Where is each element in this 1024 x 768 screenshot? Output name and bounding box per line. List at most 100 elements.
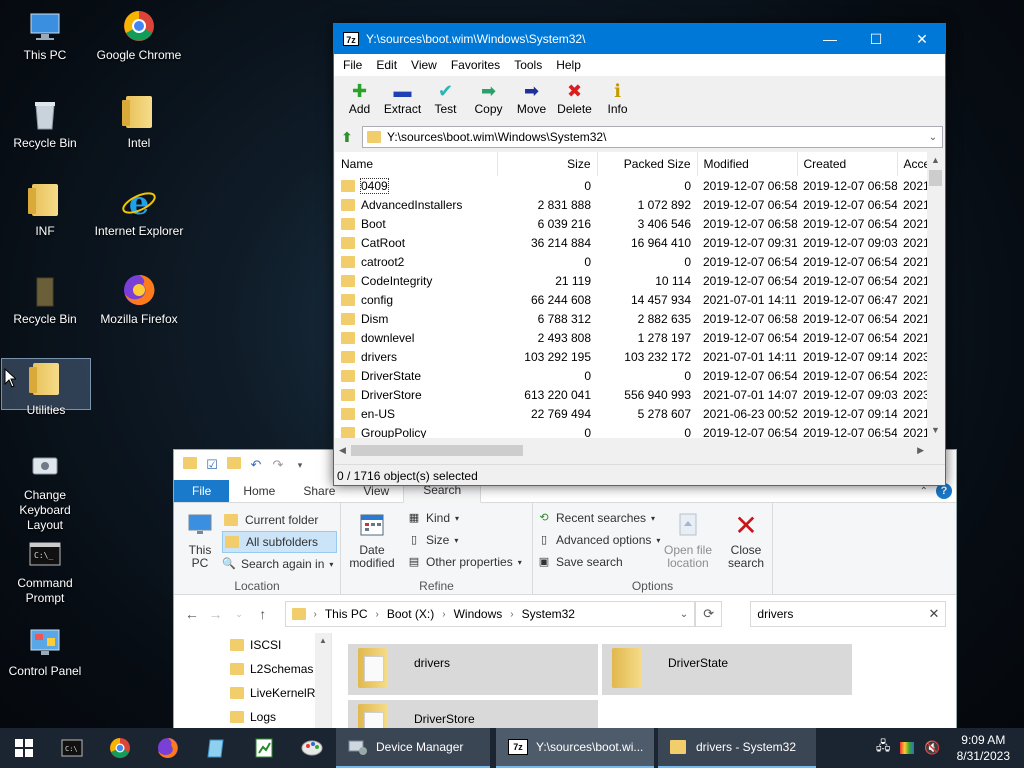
minimize-button[interactable]: — xyxy=(807,24,853,54)
desktop-icon-control-panel[interactable]: Control Panel xyxy=(0,618,90,678)
desktop-icon-mozilla-firefox[interactable]: Mozilla Firefox xyxy=(94,266,184,332)
toolbar-delete-button[interactable]: ✖ Delete xyxy=(553,76,596,116)
search-input[interactable]: drivers ✕ xyxy=(750,601,946,627)
close-search-button[interactable]: ✕ Close search xyxy=(725,509,767,570)
taskbar-pin-notepad[interactable] xyxy=(192,728,240,768)
toolbar-extract-button[interactable]: ▬ Extract xyxy=(381,76,424,116)
search-again-in-button[interactable]: 🔍 Search again in ▾ xyxy=(222,553,337,575)
taskbar-pin-spreadsheet[interactable] xyxy=(240,728,288,768)
desktop-icon-this-pc[interactable]: This PC xyxy=(0,2,90,68)
taskbar-task-device-manager[interactable]: Device Manager xyxy=(336,728,490,768)
tab-home[interactable]: Home xyxy=(229,480,289,502)
table-row[interactable]: CodeIntegrity 21 119 10 114 2019-12-07 06:5… xyxy=(335,271,928,290)
breadcrumb-this-pc[interactable]: This PC xyxy=(325,607,368,621)
clock[interactable]: 9:09 AM 8/31/2023 xyxy=(951,732,1016,764)
display-color-icon[interactable] xyxy=(900,742,915,754)
taskbar-task-sevenzip[interactable]: 7z Y:\sources\boot.wi... xyxy=(496,728,654,768)
undo-icon[interactable]: ↶ xyxy=(248,457,264,473)
nav-item-livekernelreports[interactable]: LiveKernelR xyxy=(174,681,331,705)
nav-item-logs[interactable]: Logs xyxy=(174,705,331,729)
up-arrow-icon[interactable]: ↑ xyxy=(255,606,271,622)
horizontal-scrollbar[interactable]: ◀ ▶ xyxy=(335,442,928,459)
nav-pane-scrollbar[interactable]: ▲ xyxy=(315,633,331,730)
menu-view[interactable]: View xyxy=(404,58,444,72)
network-icon[interactable]: 🖧 xyxy=(876,737,891,759)
menu-file[interactable]: File xyxy=(336,58,369,72)
maximize-button[interactable]: ☐ xyxy=(853,24,899,54)
table-row[interactable]: downlevel 2 493 808 1 278 197 2019-12-07 06… xyxy=(335,328,928,347)
new-folder-icon[interactable] xyxy=(226,457,242,473)
this-pc-button[interactable]: This PC xyxy=(182,509,218,570)
taskbar-task-explorer[interactable]: drivers - System32 xyxy=(658,728,816,768)
other-properties-button[interactable]: ▤ Other properties ▾ xyxy=(407,551,526,573)
tab-file[interactable]: File xyxy=(174,480,230,502)
toolbar-test-button[interactable]: ✔ Test xyxy=(424,76,467,116)
chevron-down-icon[interactable]: ▾ xyxy=(292,457,308,473)
breadcrumb-boot-drive[interactable]: Boot (X:) xyxy=(387,607,434,621)
toolbar-move-button[interactable]: ➡ Move xyxy=(510,76,553,116)
address-bar[interactable]: › This PC › Boot (X:) › Windows › System… xyxy=(284,601,695,627)
toolbar-add-button[interactable]: ✚ Add xyxy=(338,76,381,116)
result-item-driverstate[interactable]: DriverState xyxy=(602,644,852,695)
menu-favorites[interactable]: Favorites xyxy=(444,58,507,72)
breadcrumb-windows[interactable]: Windows xyxy=(454,607,503,621)
vertical-scrollbar[interactable]: ▲ ▼ xyxy=(927,152,944,438)
size-button[interactable]: ▯ Size ▾ xyxy=(407,529,526,551)
up-folder-button[interactable]: ⬆ xyxy=(336,127,358,147)
recent-locations-icon[interactable]: ⌄ xyxy=(231,609,247,620)
table-row[interactable]: Boot 6 039 216 3 406 546 2019-12-07 06:58 20… xyxy=(335,214,928,233)
save-search-button[interactable]: ▣ Save search xyxy=(537,551,664,573)
table-row[interactable]: 0409 0 0 2019-12-07 06:58 2019-12-07 06:58 20… xyxy=(335,176,928,195)
redo-icon[interactable]: ↷ xyxy=(270,457,286,473)
taskbar-pin-command-prompt[interactable]: C:\ xyxy=(48,728,96,768)
table-row[interactable]: en-US 22 769 494 5 278 607 2021-06-23 00:52… xyxy=(335,404,928,423)
desktop-icon-google-chrome[interactable]: Google Chrome xyxy=(94,2,184,68)
table-row[interactable]: catroot2 0 0 2019-12-07 06:54 2019-12-07 06:… xyxy=(335,252,928,271)
column-packed-size[interactable]: Packed Size xyxy=(597,152,698,176)
close-button[interactable]: ✕ xyxy=(899,24,945,54)
taskbar-pin-paint[interactable] xyxy=(288,728,336,768)
date-modified-button[interactable]: Date modified xyxy=(343,509,401,570)
all-subfolders-button[interactable]: All subfolders xyxy=(222,531,338,553)
result-item-drivers[interactable]: drivers xyxy=(348,644,598,695)
taskbar-pin-chrome[interactable] xyxy=(96,728,144,768)
taskbar-pin-firefox[interactable] xyxy=(144,728,192,768)
desktop-icon-intel[interactable]: Intel xyxy=(94,90,184,156)
table-row[interactable]: Dism 6 788 312 2 882 635 2019-12-07 06:58 20… xyxy=(335,309,928,328)
collapse-ribbon-icon[interactable]: ⌃ xyxy=(920,486,928,497)
table-row[interactable]: drivers 103 292 195 103 232 172 2021-07-01 … xyxy=(335,347,928,366)
column-accessed[interactable]: Acce xyxy=(897,152,928,176)
chevron-down-icon[interactable]: ⌄ xyxy=(924,132,942,143)
column-modified[interactable]: Modified xyxy=(697,152,798,176)
table-row[interactable]: AdvancedInstallers 2 831 888 1 072 892 2019… xyxy=(335,195,928,214)
forward-arrow-icon[interactable]: → xyxy=(208,606,224,622)
refresh-button[interactable]: ⟳ xyxy=(695,601,723,627)
column-size[interactable]: Size xyxy=(497,152,598,176)
table-row[interactable]: DriverState 0 0 2019-12-07 06:54 2019-12-07 … xyxy=(335,366,928,385)
current-folder-button[interactable]: Current folder xyxy=(222,509,337,531)
table-row[interactable]: DriverStore 613 220 041 556 940 993 2021-07… xyxy=(335,385,928,404)
scroll-down-icon[interactable]: ▼ xyxy=(931,425,940,435)
desktop-icon-recycle-bin-2[interactable]: Recycle Bin xyxy=(0,266,90,332)
properties-icon[interactable]: ☑ xyxy=(204,457,220,473)
menu-tools[interactable]: Tools xyxy=(507,58,549,72)
nav-item-iscsi[interactable]: ISCSI xyxy=(174,633,331,657)
result-item-driverstore[interactable]: DriverStore xyxy=(348,700,598,738)
column-created[interactable]: Created xyxy=(797,152,898,176)
nav-item-l2schemas[interactable]: L2Schemas xyxy=(174,657,331,681)
scroll-up-icon[interactable]: ▲ xyxy=(931,155,940,165)
scroll-thumb[interactable] xyxy=(351,445,523,456)
desktop-icon-inf[interactable]: INF xyxy=(0,178,90,244)
desktop-icon-command-prompt[interactable]: C:\_ Command Prompt xyxy=(0,530,90,605)
kind-button[interactable]: ▦ Kind ▾ xyxy=(407,507,526,529)
toolbar-info-button[interactable]: ℹ Info xyxy=(596,76,639,116)
column-name[interactable]: Name xyxy=(335,152,498,176)
toolbar-copy-button[interactable]: ➡ Copy xyxy=(467,76,510,116)
table-row[interactable]: CatRoot 36 214 884 16 964 410 2019-12-07 09… xyxy=(335,233,928,252)
title-bar[interactable]: 7z Y:\sources\boot.wim\Windows\System32\… xyxy=(334,24,945,54)
address-input[interactable]: Y:\sources\boot.wim\Windows\System32\ ⌄ xyxy=(362,126,943,148)
breadcrumb-system32[interactable]: System32 xyxy=(522,607,575,621)
table-row[interactable]: GroupPolicy 0 0 2019-12-07 06:54 2019-12-07 … xyxy=(335,423,928,438)
menu-edit[interactable]: Edit xyxy=(369,58,404,72)
close-icon[interactable]: ✕ xyxy=(923,606,945,622)
